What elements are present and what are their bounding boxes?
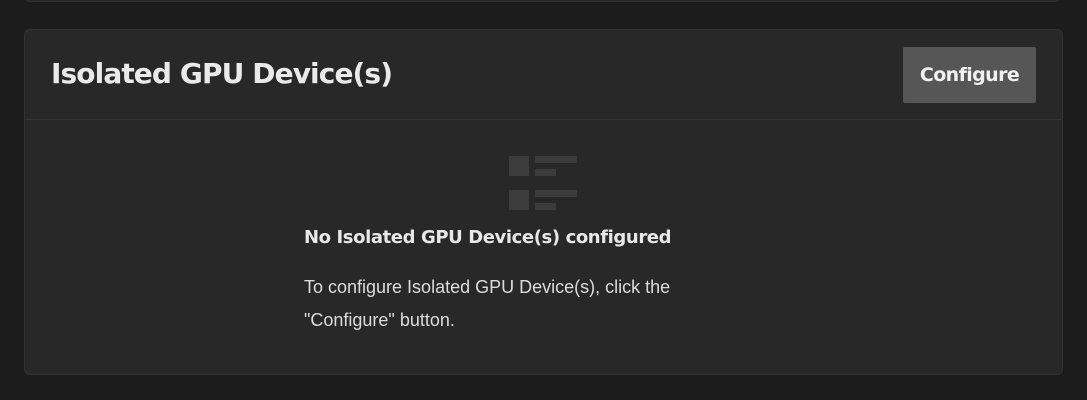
empty-state-title: No Isolated GPU Device(s) configured	[304, 227, 672, 248]
card-header: Isolated GPU Device(s) Configure	[25, 30, 1062, 120]
list-icon	[509, 156, 577, 210]
configure-button[interactable]: Configure	[903, 47, 1036, 103]
card-title: Isolated GPU Device(s)	[51, 57, 393, 90]
isolated-gpu-card: Isolated GPU Device(s) Configure No Isol…	[24, 29, 1063, 375]
previous-card	[24, 0, 1061, 2]
empty-state-message: To configure Isolated GPU Device(s), cli…	[304, 277, 671, 330]
